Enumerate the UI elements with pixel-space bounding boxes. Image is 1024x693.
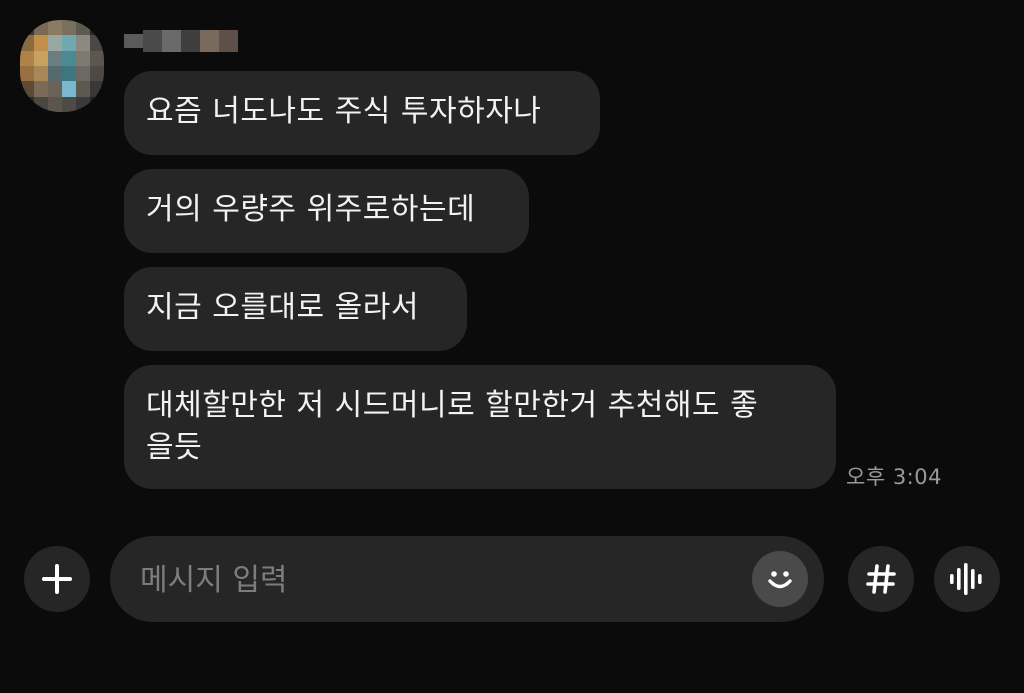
emoji-button[interactable] (752, 551, 808, 607)
message-bubble[interactable]: 요즘 너도나도 주식 투자하자나 (124, 71, 600, 155)
avatar[interactable] (20, 20, 104, 112)
voice-wave-icon (950, 563, 982, 595)
attach-button[interactable] (24, 546, 90, 612)
plus-icon (42, 564, 72, 594)
message-bubble[interactable]: 거의 우량주 위주로하는데 (124, 169, 529, 253)
message-bubble[interactable]: 대체할만한 저 시드머니로 할만한거 추천해도 좋 을듯 (124, 365, 836, 489)
hash-icon (866, 564, 896, 594)
message-input-bar (110, 536, 824, 622)
chat-screen: 요즘 너도나도 주식 투자하자나 거의 우량주 위주로하는데 지금 오를대로 올… (0, 0, 1024, 693)
message-bubble[interactable]: 지금 오를대로 올라서 (124, 267, 467, 351)
message-input[interactable] (138, 554, 732, 606)
message-timestamp: 오후 3:04 (846, 465, 942, 489)
hashtag-button[interactable] (848, 546, 914, 612)
sender-name (124, 30, 238, 52)
smile-icon (768, 571, 792, 589)
voice-button[interactable] (934, 546, 1000, 612)
